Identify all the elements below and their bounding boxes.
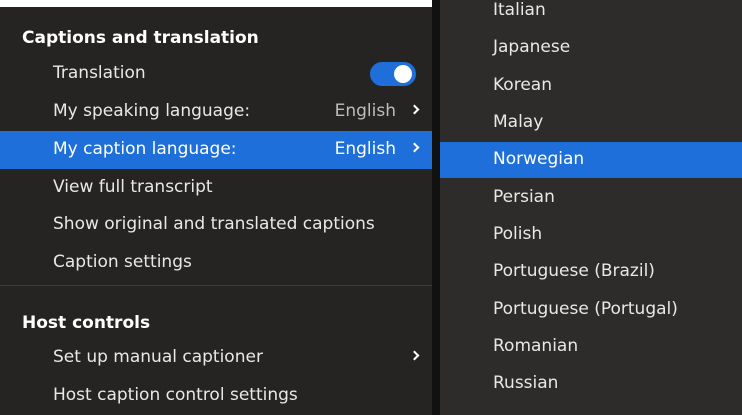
show-original-translated-label: Show original and translated captions (53, 214, 375, 234)
language-label: Romanian (493, 336, 579, 356)
language-item-persian[interactable]: Persian (440, 180, 742, 216)
language-label: Italian (493, 0, 546, 20)
translation-toggle[interactable] (370, 62, 416, 86)
menu-separator (0, 285, 432, 286)
language-label: Norwegian (493, 149, 585, 169)
language-label: Polish (493, 224, 543, 244)
language-label: Russian (493, 373, 559, 393)
host-caption-control-item[interactable]: Host caption control settings (0, 377, 432, 415)
language-label: Portuguese (Brazil) (493, 261, 655, 281)
language-item-italian[interactable]: Italian (440, 0, 742, 29)
language-item-romanian[interactable]: Romanian (440, 329, 742, 365)
language-item-polish[interactable]: Polish (440, 217, 742, 253)
translation-label: Translation (53, 63, 146, 83)
language-label: Malay (493, 112, 544, 132)
host-controls-header: Host controls (22, 313, 151, 333)
captions-menu-screen: Captions and translation Translation My … (0, 0, 742, 415)
chevron-right-icon (409, 104, 420, 115)
language-submenu: Italian Japanese Korean Malay Norwegian … (440, 0, 742, 415)
language-item-portuguese-portugal[interactable]: Portuguese (Portugal) (440, 292, 742, 328)
caption-settings-item[interactable]: Caption settings (0, 244, 432, 282)
language-item-portuguese-brazil[interactable]: Portuguese (Brazil) (440, 254, 742, 290)
language-item-korean[interactable]: Korean (440, 68, 742, 104)
caption-settings-label: Caption settings (53, 252, 192, 272)
captions-section-header: Captions and translation (22, 28, 259, 48)
host-caption-control-label: Host caption control settings (53, 385, 298, 405)
show-original-translated-item[interactable]: Show original and translated captions (0, 206, 432, 244)
speaking-language-value: English (334, 101, 396, 121)
language-label: Japanese (493, 37, 571, 57)
toggle-knob (394, 65, 412, 83)
captions-menu: Captions and translation Translation My … (0, 7, 432, 415)
menu-divider (432, 0, 440, 415)
language-item-japanese[interactable]: Japanese (440, 30, 742, 66)
speaking-language-label: My speaking language: (53, 101, 251, 121)
manual-captioner-item[interactable]: Set up manual captioner (0, 339, 432, 377)
manual-captioner-label: Set up manual captioner (53, 347, 263, 367)
translation-toggle-item[interactable]: Translation (0, 55, 432, 93)
caption-language-label: My caption language: (53, 139, 237, 159)
view-transcript-item[interactable]: View full transcript (0, 169, 432, 207)
chevron-right-icon (409, 350, 420, 361)
view-transcript-label: View full transcript (53, 177, 213, 197)
chevron-right-icon (409, 142, 420, 153)
language-label: Portuguese (Portugal) (493, 299, 678, 319)
caption-language-item[interactable]: My caption language: English (0, 131, 432, 169)
speaking-language-item[interactable]: My speaking language: English (0, 93, 432, 131)
language-item-malay[interactable]: Malay (440, 105, 742, 141)
language-item-russian[interactable]: Russian (440, 366, 742, 402)
caption-language-value: English (334, 139, 396, 159)
language-label: Persian (493, 187, 555, 207)
language-item-norwegian[interactable]: Norwegian (440, 142, 742, 178)
language-label: Korean (493, 75, 552, 95)
